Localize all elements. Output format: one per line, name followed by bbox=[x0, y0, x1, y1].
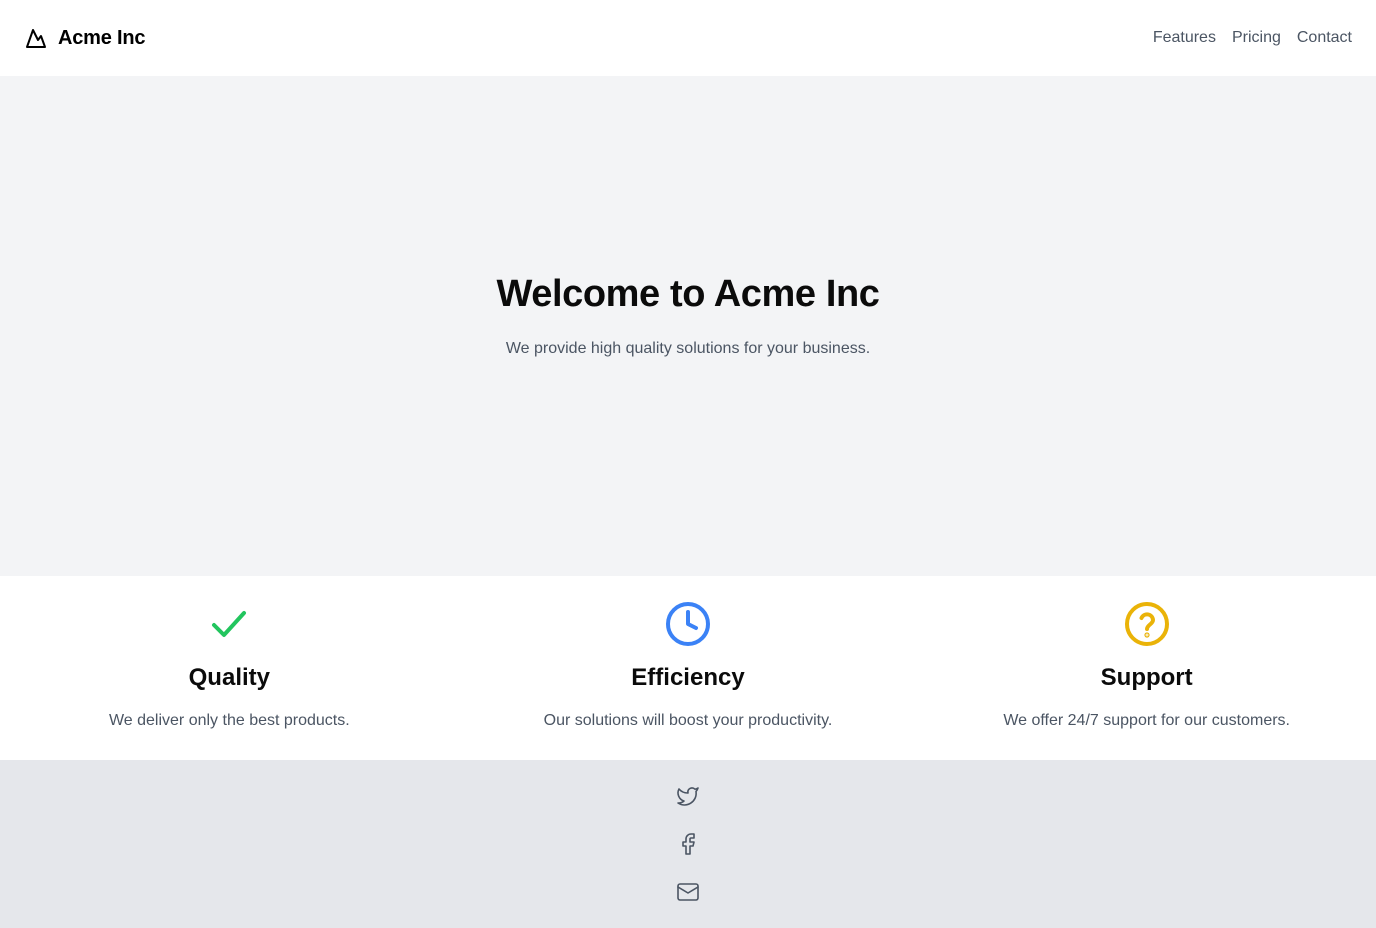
feature-efficiency: Efficiency Our solutions will boost your… bbox=[459, 576, 918, 760]
landing-page: Acme Inc Features Pricing Contact Welcom… bbox=[0, 0, 1376, 928]
feature-title: Support bbox=[1100, 664, 1193, 691]
facebook-icon bbox=[682, 833, 695, 855]
feature-title: Efficiency bbox=[631, 664, 745, 691]
hero-title: Welcome to Acme Inc bbox=[496, 272, 880, 315]
twitter-icon bbox=[677, 787, 699, 806]
nav-link-contact[interactable]: Contact bbox=[1297, 29, 1352, 47]
brand-name: Acme Inc bbox=[58, 26, 146, 49]
feature-quality: Quality We deliver only the best product… bbox=[0, 576, 459, 760]
hero-subtitle: We provide high quality solutions for yo… bbox=[505, 339, 871, 357]
mountain-icon bbox=[26, 29, 46, 48]
nav-link-pricing[interactable]: Pricing bbox=[1232, 29, 1281, 47]
features-section: Quality We deliver only the best product… bbox=[0, 576, 1376, 760]
nav-link-features[interactable]: Features bbox=[1153, 29, 1216, 47]
feature-title: Quality bbox=[188, 664, 270, 691]
clock-icon bbox=[665, 602, 710, 646]
site-header: Acme Inc Features Pricing Contact bbox=[0, 0, 1376, 76]
mail-link[interactable] bbox=[676, 880, 700, 904]
brand-link[interactable]: Acme Inc bbox=[24, 26, 146, 50]
mail-icon bbox=[677, 883, 699, 901]
feature-description: We deliver only the best products. bbox=[108, 712, 350, 729]
hero-section: Welcome to Acme Inc We provide high qual… bbox=[0, 76, 1376, 576]
feature-support: Support We offer 24/7 support for our cu… bbox=[917, 576, 1376, 760]
main-nav: Features Pricing Contact bbox=[1153, 29, 1352, 47]
help-circle-icon bbox=[1124, 602, 1169, 646]
twitter-link[interactable] bbox=[676, 784, 700, 808]
feature-description: We offer 24/7 support for our customers. bbox=[1003, 712, 1290, 729]
site-footer bbox=[0, 760, 1376, 928]
facebook-link[interactable] bbox=[676, 832, 700, 856]
feature-description: Our solutions will boost your productivi… bbox=[543, 712, 833, 729]
check-icon bbox=[212, 611, 247, 637]
